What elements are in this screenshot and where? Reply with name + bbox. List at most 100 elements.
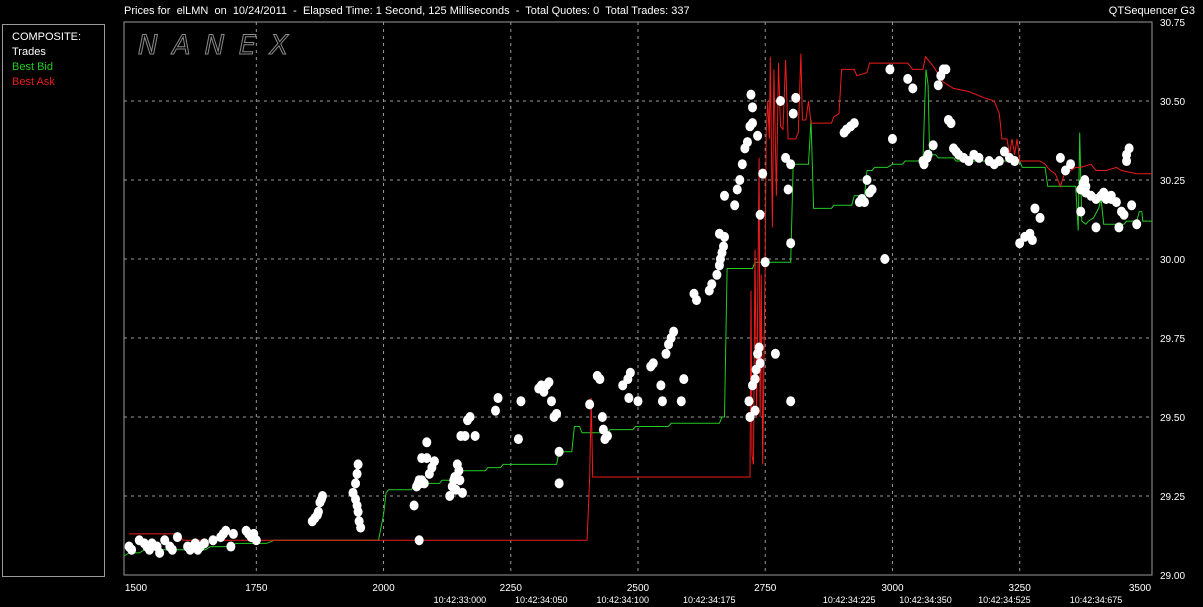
trade-point: [648, 358, 658, 369]
trade-point: [669, 326, 679, 337]
trade-point: [755, 358, 765, 369]
trade-point: [585, 399, 595, 410]
trade-point: [353, 506, 363, 517]
trade-point: [457, 487, 467, 498]
trade-point: [1010, 156, 1020, 167]
trade-point: [656, 380, 666, 391]
trade-point: [226, 541, 236, 552]
trade-point: [546, 396, 556, 407]
trade-point: [742, 137, 752, 148]
trade-point: [770, 348, 780, 359]
time-tick-label: 10:42:34:525: [978, 595, 1031, 605]
y-tick-label: 30.25: [1160, 176, 1185, 187]
trade-point: [791, 92, 801, 103]
trade-point: [1076, 206, 1086, 217]
trade-point: [692, 295, 702, 306]
price-chart: NANEX 29.00 29.25 29.50 29.75 30.00 30.25 30.5…: [123, 18, 1185, 605]
time-tick-label: 10:42:34:225: [823, 595, 876, 605]
trade-point: [732, 184, 742, 195]
trade-point: [419, 478, 429, 489]
x-tick-label: 3500: [1129, 583, 1152, 594]
time-tick-label: 10:42:34:350: [899, 595, 952, 605]
y-tick-label: 29.50: [1160, 413, 1185, 424]
trade-point: [172, 532, 182, 543]
trade-point: [624, 393, 634, 404]
trade-point: [465, 412, 475, 422]
trade-point: [127, 544, 137, 555]
x-tick-label: 1500: [125, 583, 148, 594]
trade-point: [755, 209, 765, 220]
trade-point: [849, 118, 859, 129]
trade-point: [552, 408, 562, 419]
trade-point: [1114, 222, 1124, 233]
trade-point: [737, 159, 747, 170]
trade-point: [867, 184, 877, 195]
trade-point: [493, 393, 503, 404]
trade-point: [775, 96, 785, 106]
trade-point: [714, 228, 724, 239]
trade-point: [352, 468, 362, 479]
trade-point: [974, 152, 984, 163]
x-tick-label: 2000: [372, 583, 395, 594]
trade-point: [597, 412, 607, 422]
trade-point: [753, 130, 763, 141]
trade-point: [513, 434, 523, 445]
trade-point: [707, 279, 717, 290]
y-tick-label: 30.75: [1160, 18, 1185, 29]
time-tick-label: 10:42:34:175: [683, 595, 736, 605]
trade-point: [735, 175, 745, 185]
trade-point: [317, 491, 327, 501]
trade-point: [633, 396, 643, 407]
trade-point: [786, 159, 796, 170]
trade-point: [516, 396, 526, 407]
trade-point: [353, 459, 363, 470]
trade-point: [760, 257, 770, 268]
time-tick-label: 10:42:34:675: [1070, 595, 1123, 605]
trade-point: [1127, 200, 1137, 211]
time-tick-label: 10:42:34:050: [515, 595, 568, 605]
trade-point: [862, 175, 872, 185]
trade-point: [625, 367, 635, 378]
trade-point: [750, 374, 760, 385]
trade-point: [1119, 209, 1129, 220]
trade-point: [885, 64, 895, 75]
trade-point: [595, 374, 605, 385]
trade-point: [1055, 152, 1065, 163]
trade-point: [923, 149, 933, 160]
trade-point: [429, 456, 439, 467]
trade-point: [946, 118, 956, 129]
trade-point: [544, 377, 554, 388]
x-tick-label: 2750: [754, 583, 777, 594]
trade-point: [786, 238, 796, 249]
trade-point: [1124, 143, 1134, 154]
trade-point: [554, 446, 564, 457]
trade-point: [786, 396, 796, 407]
trade-point: [417, 453, 427, 464]
trade-point: [730, 200, 740, 211]
trade-point: [409, 500, 419, 511]
trade-point: [679, 374, 689, 385]
trade-point: [941, 64, 951, 75]
trade-point: [750, 405, 760, 416]
trade-point: [602, 430, 612, 441]
x-tick-label: 3000: [881, 583, 904, 594]
trade-point: [1035, 212, 1045, 223]
y-tick-label: 30.00: [1160, 255, 1185, 266]
trade-point: [712, 269, 722, 280]
trade-point: [994, 156, 1004, 167]
trade-point: [1066, 159, 1076, 170]
y-tick-label: 29.75: [1160, 334, 1185, 345]
trade-point: [746, 89, 756, 100]
trade-point: [414, 535, 424, 546]
trade-point: [155, 547, 165, 558]
trade-point: [676, 396, 686, 407]
time-tick-label: 10:42:33:000: [434, 595, 487, 605]
y-tick-label: 30.50: [1160, 97, 1185, 108]
trade-point: [454, 465, 464, 476]
trade-point: [744, 396, 754, 407]
trade-point: [460, 430, 470, 441]
trade-point: [167, 544, 177, 555]
trade-point: [720, 190, 730, 201]
trade-point: [1132, 219, 1142, 230]
y-tick-label: 29.00: [1160, 571, 1185, 582]
